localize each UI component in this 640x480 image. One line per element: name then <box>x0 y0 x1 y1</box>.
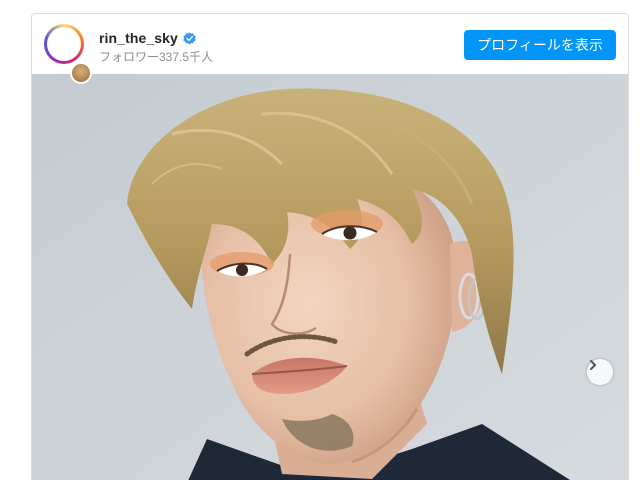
post-photo[interactable] <box>32 74 628 480</box>
profile-avatar[interactable] <box>44 24 84 64</box>
avatar-inner-ring <box>47 27 81 61</box>
avatar-image <box>49 29 79 59</box>
small-avatar-thumbnail <box>70 62 92 84</box>
view-profile-button[interactable]: プロフィールを表示 <box>464 30 616 60</box>
portrait-illustration <box>32 74 628 480</box>
username-row: rin_the_sky <box>99 30 196 46</box>
follower-count: フォロワー337.5千人 <box>99 50 214 64</box>
page: rin_the_sky フォロワー337.5千人 プロフィールを表示 <box>0 0 640 480</box>
post-header: rin_the_sky フォロワー337.5千人 プロフィールを表示 <box>32 14 628 84</box>
instagram-embed-card: rin_the_sky フォロワー337.5千人 プロフィールを表示 <box>31 13 629 480</box>
username-link[interactable]: rin_the_sky <box>99 30 178 46</box>
next-photo-button[interactable] <box>587 359 613 385</box>
verified-badge-icon <box>183 31 196 45</box>
